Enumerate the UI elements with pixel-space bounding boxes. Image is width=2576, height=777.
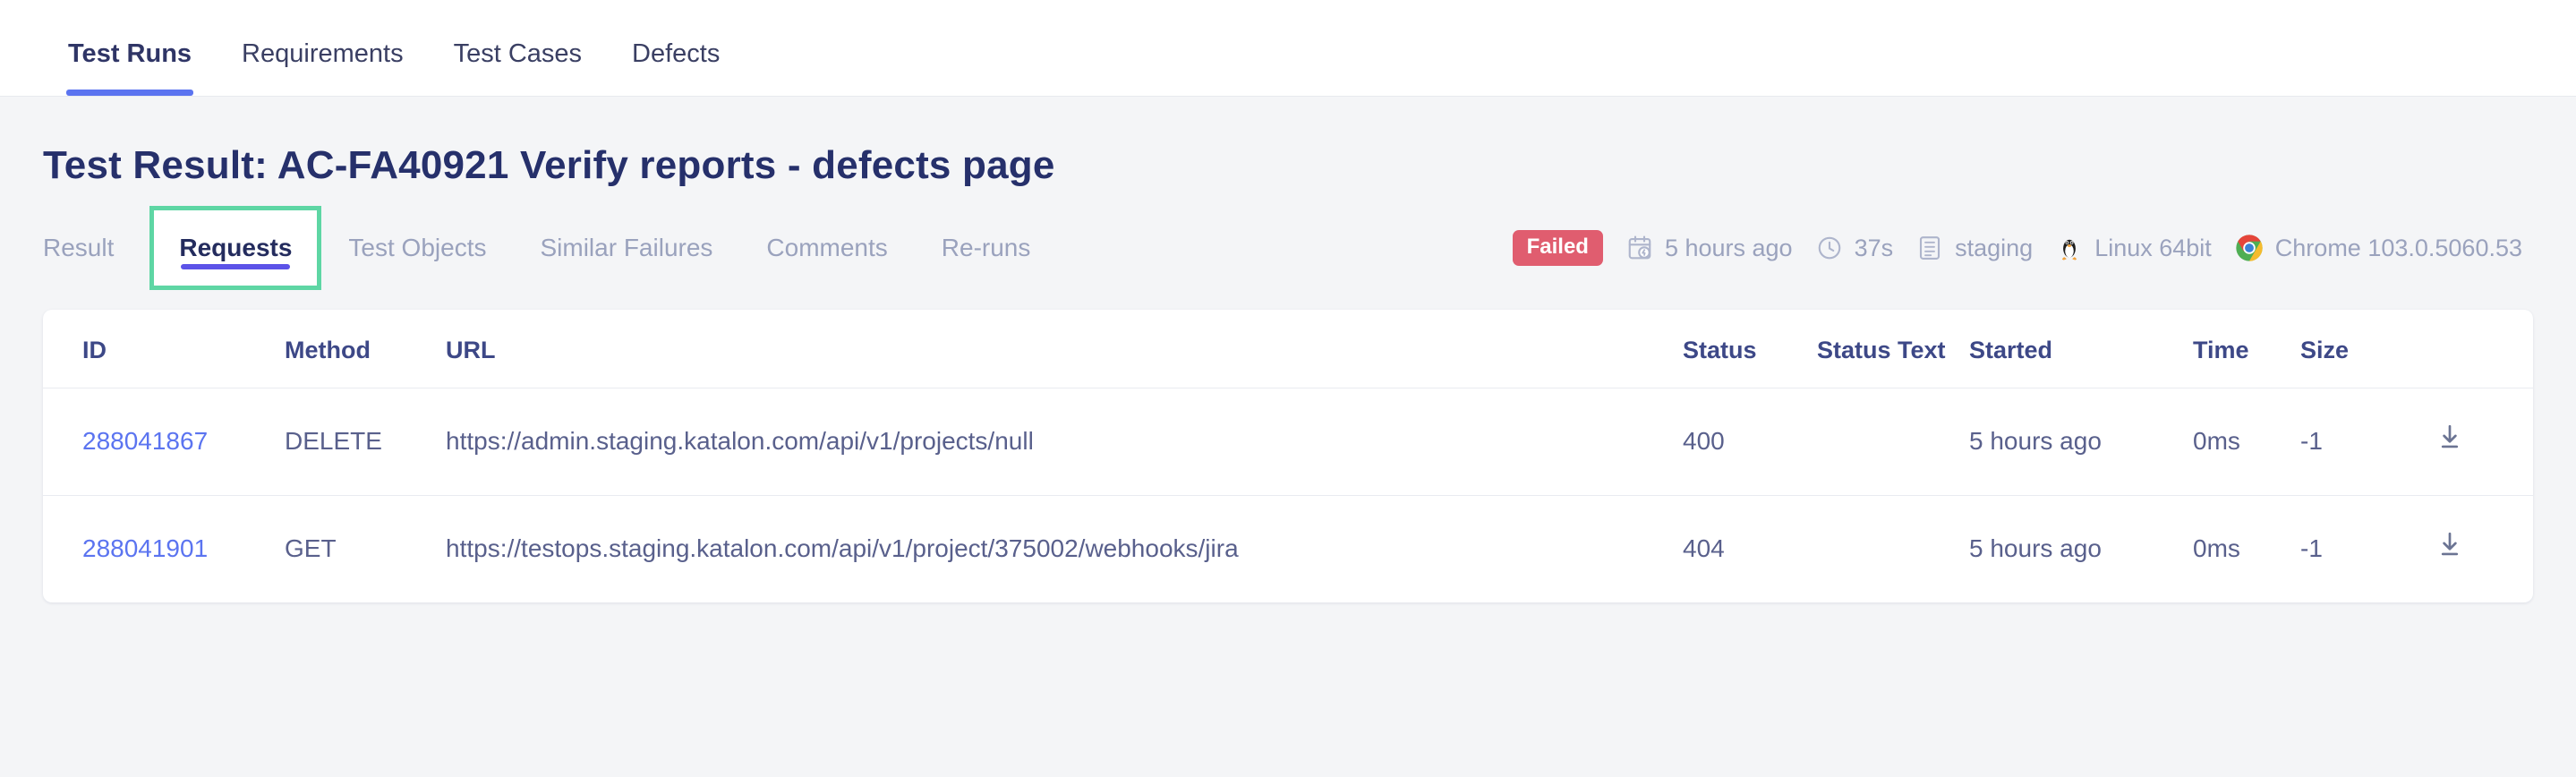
cell-time: 0ms [2193, 496, 2300, 603]
cell-url: https://testops.staging.katalon.com/api/… [446, 496, 1683, 603]
subtab-re-runs[interactable]: Re-runs [915, 206, 1058, 290]
cell-size: -1 [2300, 496, 2435, 603]
requests-table: ID Method URL Status Status Text Started… [43, 310, 2533, 602]
column-header-status-text[interactable]: Status Text [1817, 310, 1969, 388]
subtab-re-runs-label: Re-runs [942, 234, 1031, 262]
calendar-clock-icon [1626, 235, 1653, 261]
requests-table-card: ID Method URL Status Status Text Started… [43, 310, 2533, 602]
request-id-link[interactable]: 288041867 [82, 427, 208, 455]
meta-browser-label: Chrome 103.0.5060.53 [2275, 235, 2522, 262]
download-icon[interactable] [2435, 530, 2465, 567]
meta-browser: Chrome 103.0.5060.53 [2235, 234, 2522, 262]
page-content: Test Result: AC-FA40921 Verify reports -… [0, 97, 2576, 602]
meta-started: 5 hours ago [1626, 235, 1793, 262]
secondary-navigation-bar: Result Requests Test Objects Similar Fai… [43, 206, 2533, 290]
table-header-row: ID Method URL Status Status Text Started… [43, 310, 2533, 388]
column-header-size[interactable]: Size [2300, 310, 2435, 388]
cell-status-text [1817, 388, 1969, 496]
tab-requirements-label: Requirements [242, 39, 404, 68]
meta-duration: 37s [1816, 235, 1894, 262]
cell-method: GET [285, 496, 446, 603]
cell-started: 5 hours ago [1969, 388, 2193, 496]
cell-started: 5 hours ago [1969, 496, 2193, 603]
chrome-icon [2235, 234, 2264, 262]
subtab-test-objects-label: Test Objects [348, 234, 486, 262]
meta-profile-label: staging [1955, 235, 2033, 262]
status-badge: Failed [1513, 230, 1603, 266]
download-icon[interactable] [2435, 423, 2465, 459]
tab-test-cases-label: Test Cases [454, 39, 582, 68]
column-header-started[interactable]: Started [1969, 310, 2193, 388]
clock-icon [1816, 235, 1843, 261]
cell-actions [2435, 496, 2533, 603]
cell-size: -1 [2300, 388, 2435, 496]
subtab-result[interactable]: Result [43, 206, 141, 290]
tab-defects-label: Defects [632, 39, 720, 68]
meta-os-label: Linux 64bit [2094, 235, 2212, 262]
cell-id: 288041867 [43, 388, 285, 496]
table-body: 288041867 DELETE https://admin.staging.k… [43, 388, 2533, 603]
column-header-url[interactable]: URL [446, 310, 1683, 388]
column-header-time[interactable]: Time [2193, 310, 2300, 388]
subtab-similar-failures[interactable]: Similar Failures [513, 206, 739, 290]
tab-test-runs[interactable]: Test Runs [43, 39, 217, 96]
cell-time: 0ms [2193, 388, 2300, 496]
meta-os: Linux 64bit [2056, 234, 2212, 262]
table-row[interactable]: 288041901 GET https://testops.staging.ka… [43, 496, 2533, 603]
subtab-comments-label: Comments [766, 234, 887, 262]
primary-navigation: Test Runs Requirements Test Cases Defect… [0, 0, 2576, 97]
subtab-requests[interactable]: Requests [149, 206, 321, 290]
cell-status: 400 [1683, 388, 1817, 496]
meta-duration-label: 37s [1855, 235, 1894, 262]
subtab-result-label: Result [43, 234, 114, 262]
secondary-tabs: Result Requests Test Objects Similar Fai… [43, 206, 1057, 290]
column-header-method[interactable]: Method [285, 310, 446, 388]
subtab-similar-failures-label: Similar Failures [540, 234, 712, 262]
cell-status: 404 [1683, 496, 1817, 603]
tab-test-runs-label: Test Runs [68, 39, 192, 68]
meta-started-label: 5 hours ago [1665, 235, 1793, 262]
tab-defects[interactable]: Defects [607, 39, 745, 96]
table-head: ID Method URL Status Status Text Started… [43, 310, 2533, 388]
tab-test-cases[interactable]: Test Cases [429, 39, 607, 96]
execution-metadata: Failed 5 hours ago [1513, 230, 2533, 266]
table-row[interactable]: 288041867 DELETE https://admin.staging.k… [43, 388, 2533, 496]
meta-profile: staging [1916, 235, 2033, 262]
cell-id: 288041901 [43, 496, 285, 603]
column-header-status[interactable]: Status [1683, 310, 1817, 388]
profile-list-icon [1916, 235, 1943, 261]
request-id-link[interactable]: 288041901 [82, 534, 208, 562]
cell-status-text [1817, 496, 1969, 603]
column-header-actions [2435, 310, 2533, 388]
page-title: Test Result: AC-FA40921 Verify reports -… [43, 97, 2533, 197]
linux-penguin-icon [2056, 234, 2083, 262]
subtab-test-objects[interactable]: Test Objects [321, 206, 513, 290]
subtab-requests-label: Requests [179, 234, 292, 262]
subtab-comments[interactable]: Comments [739, 206, 914, 290]
cell-url: https://admin.staging.katalon.com/api/v1… [446, 388, 1683, 496]
cell-actions [2435, 388, 2533, 496]
cell-method: DELETE [285, 388, 446, 496]
tab-requirements[interactable]: Requirements [217, 39, 429, 96]
column-header-id[interactable]: ID [43, 310, 285, 388]
